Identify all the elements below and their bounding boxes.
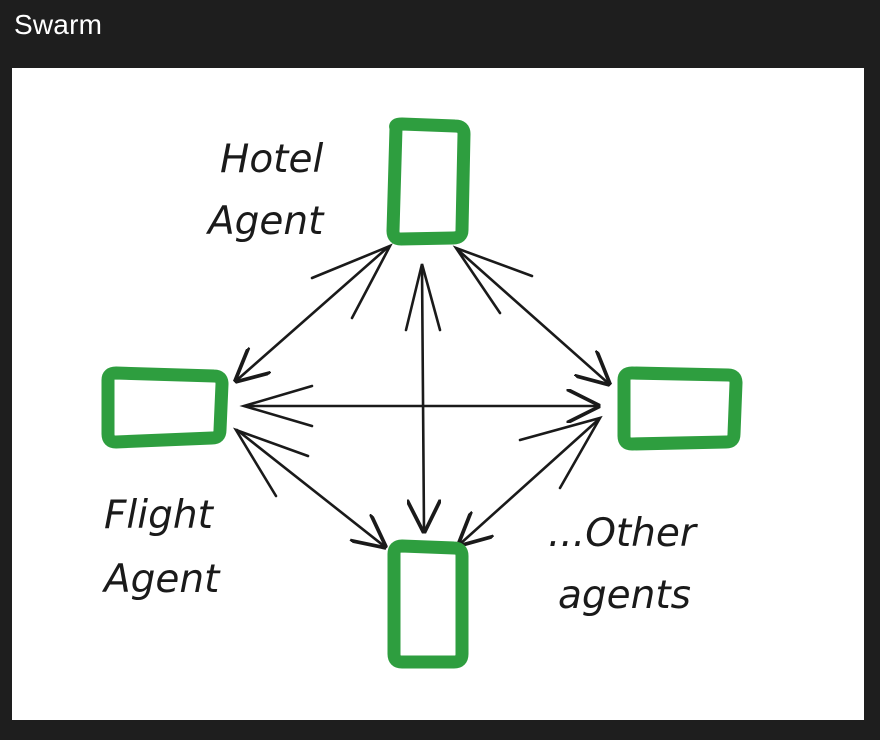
arrow-group bbox=[235, 246, 608, 546]
node-flight-agent bbox=[101, 366, 229, 449]
app-window: Swarm Hotel Agent Flight Agent ...Other … bbox=[0, 0, 880, 740]
node-bottom-agent bbox=[387, 539, 469, 669]
arrow-hotel-other bbox=[456, 248, 608, 383]
node-hotel-agent bbox=[386, 117, 471, 246]
arrowhead-flight-from-bottom bbox=[232, 427, 310, 498]
title-bar: Swarm bbox=[0, 0, 880, 56]
label-flight-line1: Flight bbox=[104, 493, 215, 538]
diagram-canvas: Hotel Agent Flight Agent ...Other agents bbox=[12, 68, 864, 720]
arrow-heads-reverse bbox=[232, 243, 603, 498]
label-flight-line2: Agent bbox=[101, 557, 221, 602]
arrow-hotel-bottom bbox=[422, 264, 424, 530]
node-other-agent bbox=[617, 366, 743, 451]
arrow-hotel-flight bbox=[237, 246, 389, 380]
label-other-line2: agents bbox=[558, 573, 691, 618]
label-hotel-line1: Hotel bbox=[220, 137, 323, 182]
window-title: Swarm bbox=[14, 9, 103, 40]
arrow-flight-bottom bbox=[235, 428, 384, 546]
label-other-line1: ...Other bbox=[548, 511, 699, 556]
label-hotel-line2: Agent bbox=[205, 199, 325, 244]
swarm-diagram: Hotel Agent Flight Agent ...Other agents bbox=[101, 117, 743, 669]
